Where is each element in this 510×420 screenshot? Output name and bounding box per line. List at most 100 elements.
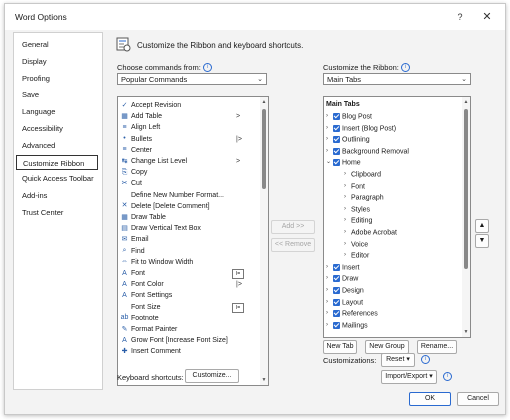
command-item[interactable]: ▤ Draw Vertical Text Box bbox=[120, 223, 201, 234]
tree-scrollbar[interactable]: ▲ ▼ bbox=[462, 97, 470, 337]
close-button[interactable]: ✕ bbox=[479, 9, 495, 25]
cancel-button[interactable]: Cancel bbox=[457, 392, 499, 406]
command-item[interactable]: ✕ Delete [Delete Comment] bbox=[120, 201, 210, 212]
ribbon-tab-item[interactable]: › Mailings bbox=[326, 320, 368, 331]
import-export-button[interactable]: Import/Export ▾ bbox=[381, 370, 437, 384]
tab-checkbox[interactable] bbox=[333, 124, 340, 132]
ribbon-group-item[interactable]: › Font bbox=[344, 181, 365, 192]
add-button[interactable]: Add >> bbox=[271, 220, 315, 234]
command-item[interactable]: ▦ Draw Table bbox=[120, 212, 166, 223]
info-icon[interactable]: i bbox=[421, 355, 430, 364]
command-item[interactable]: ⇔ Fit to Window Width bbox=[120, 257, 193, 268]
tab-checkbox[interactable] bbox=[333, 159, 340, 167]
commands-scrollbar[interactable]: ▲ ▼ bbox=[260, 97, 268, 385]
tab-checkbox[interactable] bbox=[333, 298, 340, 306]
tab-checkbox[interactable] bbox=[333, 310, 340, 318]
expand-right-icon[interactable]: › bbox=[344, 215, 351, 226]
ribbon-group-item[interactable]: › Adobe Acrobat bbox=[344, 227, 397, 238]
commands-list[interactable]: ▲ ▼ ✓ Accept Revision ▦ Add Table > ≡ Align Le… bbox=[117, 96, 269, 386]
customize-ribbon-dropdown[interactable]: Main Tabs ⌄ bbox=[323, 73, 471, 85]
choose-commands-dropdown[interactable]: Popular Commands ⌄ bbox=[117, 73, 267, 85]
ribbon-tab-item[interactable]: › Blog Post bbox=[326, 111, 372, 122]
expand-right-icon[interactable]: › bbox=[326, 123, 333, 134]
info-icon[interactable]: i bbox=[202, 63, 212, 72]
ribbon-group-item[interactable]: › Editor bbox=[344, 250, 369, 261]
reset-button[interactable]: Reset ▾ bbox=[381, 353, 415, 367]
expand-right-icon[interactable]: › bbox=[344, 239, 351, 250]
scroll-up-icon[interactable]: ▲ bbox=[462, 98, 470, 106]
command-item[interactable]: ⌕ Find bbox=[120, 246, 145, 257]
move-up-button[interactable]: ▲ bbox=[475, 219, 489, 233]
sidebar-item-accessibility[interactable]: Accessibility bbox=[16, 121, 98, 136]
command-item[interactable]: ↹ Change List Level > bbox=[120, 156, 241, 167]
tab-checkbox[interactable] bbox=[333, 275, 340, 283]
expand-right-icon[interactable]: › bbox=[344, 169, 351, 180]
command-item[interactable]: A Font I= bbox=[120, 268, 244, 279]
expand-down-icon[interactable]: ⌄ bbox=[326, 157, 333, 168]
new-group-button[interactable]: New Group bbox=[365, 340, 409, 354]
tab-checkbox[interactable] bbox=[333, 287, 340, 294]
expand-right-icon[interactable]: › bbox=[326, 111, 333, 122]
info-icon[interactable]: i bbox=[443, 372, 452, 381]
expand-right-icon[interactable]: › bbox=[344, 204, 351, 215]
expand-right-icon[interactable]: › bbox=[344, 227, 351, 238]
command-item[interactable]: A Font Settings bbox=[120, 290, 172, 301]
expand-right-icon[interactable]: › bbox=[326, 285, 333, 296]
help-button[interactable]: ? bbox=[453, 10, 467, 24]
ribbon-group-item[interactable]: › Clipboard bbox=[344, 169, 381, 180]
tab-checkbox[interactable] bbox=[333, 263, 340, 271]
expand-right-icon[interactable]: › bbox=[326, 262, 333, 273]
command-item[interactable]: A Font Color |> bbox=[120, 279, 242, 290]
ribbon-group-item[interactable]: › Styles bbox=[344, 204, 370, 215]
expand-right-icon[interactable]: › bbox=[344, 192, 351, 203]
command-item[interactable]: ⎘ Copy bbox=[120, 167, 148, 178]
sidebar-item-proofing[interactable]: Proofing bbox=[16, 71, 98, 86]
ribbon-tab-item[interactable]: ⌄ Home bbox=[326, 157, 361, 168]
ribbon-tab-item[interactable]: › Insert (Blog Post) bbox=[326, 123, 396, 134]
sidebar-item-save[interactable]: Save bbox=[16, 87, 98, 102]
sidebar-item-customize-ribbon[interactable]: Customize Ribbon bbox=[16, 154, 98, 170]
expand-right-icon[interactable]: › bbox=[326, 297, 333, 308]
move-down-button[interactable]: ▼ bbox=[475, 234, 489, 248]
new-tab-button[interactable]: New Tab bbox=[323, 340, 357, 354]
command-item[interactable]: A Grow Font [Increase Font Size] bbox=[120, 335, 228, 346]
command-item[interactable]: ab Footnote bbox=[120, 313, 159, 324]
sidebar-item-quick-access-toolbar[interactable]: Quick Access Toolbar bbox=[16, 171, 98, 186]
sidebar-item-general[interactable]: General bbox=[16, 37, 98, 52]
tab-checkbox[interactable] bbox=[333, 113, 340, 120]
command-item[interactable]: ✓ Accept Revision bbox=[120, 100, 182, 111]
expand-right-icon[interactable]: › bbox=[326, 308, 333, 319]
tab-checkbox[interactable] bbox=[333, 321, 340, 329]
sidebar-item-advanced[interactable]: Advanced bbox=[16, 138, 98, 153]
command-item[interactable]: ≡ Center bbox=[120, 145, 152, 156]
ribbon-tab-item[interactable]: › Insert bbox=[326, 262, 360, 273]
remove-button[interactable]: << Remove bbox=[271, 238, 315, 252]
expand-right-icon[interactable]: › bbox=[326, 273, 333, 284]
expand-right-icon[interactable]: › bbox=[326, 320, 333, 331]
scroll-down-icon[interactable]: ▼ bbox=[462, 328, 470, 336]
ribbon-tab-item[interactable]: › Design bbox=[326, 285, 364, 296]
command-item[interactable]: Define New Number Format... bbox=[120, 190, 224, 201]
ribbon-tab-item[interactable]: › References bbox=[326, 308, 378, 319]
tab-checkbox[interactable] bbox=[333, 136, 340, 144]
ok-button[interactable]: OK bbox=[409, 392, 451, 406]
scroll-thumb[interactable] bbox=[262, 109, 266, 189]
ribbon-tabs-tree[interactable]: Main Tabs ▲ ▼ › Blog Post › Insert (Blog Po… bbox=[323, 96, 471, 338]
expand-right-icon[interactable]: › bbox=[344, 250, 351, 261]
sidebar-item-display[interactable]: Display bbox=[16, 54, 98, 69]
ribbon-group-item[interactable]: › Paragraph bbox=[344, 192, 384, 203]
rename-button[interactable]: Rename... bbox=[417, 340, 457, 354]
expand-right-icon[interactable]: › bbox=[326, 134, 333, 145]
command-item[interactable]: ✂ Cut bbox=[120, 178, 142, 189]
command-item[interactable]: ≡ Align Left bbox=[120, 122, 160, 133]
command-item[interactable]: ✎ Format Painter bbox=[120, 324, 178, 335]
sidebar-item-add-ins[interactable]: Add-ins bbox=[16, 188, 98, 203]
customize-keyboard-button[interactable]: Customize... bbox=[185, 369, 239, 383]
scroll-up-icon[interactable]: ▲ bbox=[260, 98, 268, 106]
command-item[interactable]: • Bullets |> bbox=[120, 134, 242, 145]
command-item[interactable]: Font Size I= bbox=[120, 302, 244, 313]
command-item[interactable]: ▦ Add Table > bbox=[120, 111, 240, 122]
ribbon-tab-item[interactable]: › Draw bbox=[326, 273, 358, 284]
ribbon-tab-item[interactable]: › Outlining bbox=[326, 134, 370, 145]
info-icon[interactable]: i bbox=[400, 63, 410, 72]
